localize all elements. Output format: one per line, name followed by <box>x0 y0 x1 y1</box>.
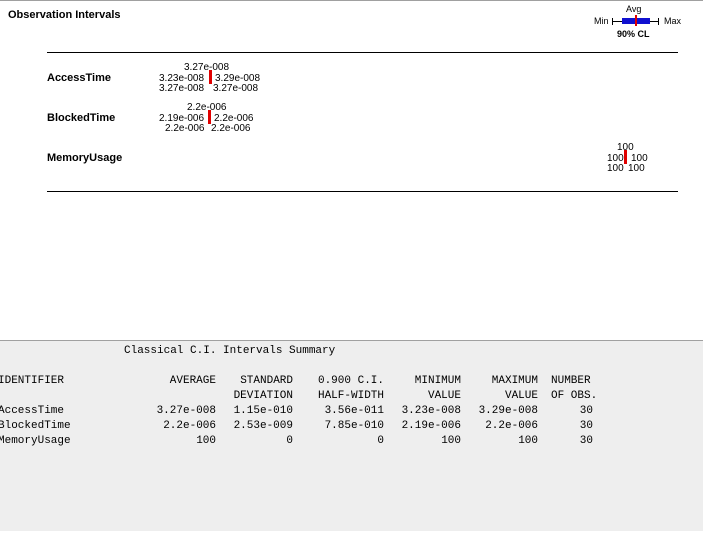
summary-pane: Classical C.I. Intervals Summary IDENTIF… <box>0 340 703 531</box>
table-cell-nobs: 30 <box>579 405 593 417</box>
table-cell-max: 3.29e-008 <box>478 405 538 417</box>
blockedtime-interval-bar <box>208 110 211 124</box>
header-nobs-1: NUMBER <box>551 375 591 387</box>
table-cell-halfwidth: 3.56e-011 <box>324 405 384 417</box>
table-cell-min: 100 <box>441 435 461 447</box>
table-cell-nobs: 30 <box>579 435 593 447</box>
header-ci-1: 0.900 C.I. <box>317 375 384 387</box>
table-cell-halfwidth: 7.85e-010 <box>324 420 384 432</box>
row-label-memoryusage: MemoryUsage <box>47 152 123 164</box>
header-nobs-2: OF OBS. <box>551 390 598 402</box>
table-cell-max: 100 <box>518 435 538 447</box>
legend-avg-label: Avg <box>626 4 642 14</box>
table-cell-min: 3.23e-008 <box>401 405 461 417</box>
table-cell-max: 2.2e-006 <box>485 420 538 432</box>
accesstime-ci-high: 3.27e-008 <box>213 83 259 94</box>
accesstime-avg-top: 3.27e-008 <box>184 62 230 73</box>
table-row-id: BlockedTime <box>0 420 71 432</box>
memoryusage-ci-low: 100 <box>607 163 624 174</box>
table-cell-std: 1.15e-010 <box>233 405 293 417</box>
legend-min-cap <box>612 18 613 25</box>
memoryusage-ci-high: 100 <box>628 163 645 174</box>
legend-min-label: Min <box>594 16 609 26</box>
header-std-1: STANDARD <box>240 375 293 387</box>
table-cell-std: 2.53e-009 <box>233 420 293 432</box>
table-cell-average: 2.2e-006 <box>163 420 216 432</box>
header-min-1: MINIMUM <box>414 375 461 387</box>
header-average: AVERAGE <box>169 375 216 387</box>
legend-max-label: Max <box>664 16 682 26</box>
plot-title: Observation Intervals <box>8 9 121 21</box>
accesstime-ci-low: 3.27e-008 <box>159 83 205 94</box>
table-cell-halfwidth: 0 <box>377 435 384 447</box>
row-label-blockedtime: BlockedTime <box>47 112 116 124</box>
plot-bottom-rule <box>47 191 678 192</box>
table-cell-average: 100 <box>196 435 216 447</box>
legend-avg-marker <box>635 15 637 26</box>
table-cell-nobs: 30 <box>579 420 593 432</box>
header-min-2: VALUE <box>427 390 461 402</box>
confidence-legend: Avg Min Max 90% CL <box>592 4 692 42</box>
blockedtime-ci-low: 2.2e-006 <box>165 123 205 134</box>
table-cell-average: 3.27e-008 <box>156 405 216 417</box>
blockedtime-ci-high: 2.2e-006 <box>211 123 251 134</box>
header-max-1: MAXIMUM <box>491 375 538 387</box>
header-identifier: IDENTIFIER <box>0 375 65 387</box>
blockedtime-avg-top: 2.2e-006 <box>187 102 227 113</box>
header-ci-2: HALF-WIDTH <box>317 390 384 402</box>
legend-cl-label: 90% CL <box>617 29 650 39</box>
table-row-id: MemoryUsage <box>0 435 71 447</box>
accesstime-interval-bar <box>209 70 212 84</box>
plot-top-rule <box>47 52 678 53</box>
table-row-id: AccessTime <box>0 405 65 417</box>
memoryusage-interval-bar <box>624 150 627 164</box>
table-cell-std: 0 <box>286 435 293 447</box>
table-cell-min: 2.19e-006 <box>401 420 461 432</box>
legend-max-cap <box>658 18 659 25</box>
header-std-2: DEVIATION <box>233 390 293 402</box>
row-label-accesstime: AccessTime <box>47 72 112 84</box>
summary-title: Classical C.I. Intervals Summary <box>124 345 336 357</box>
top-border <box>0 0 703 1</box>
header-max-2: VALUE <box>504 390 538 402</box>
